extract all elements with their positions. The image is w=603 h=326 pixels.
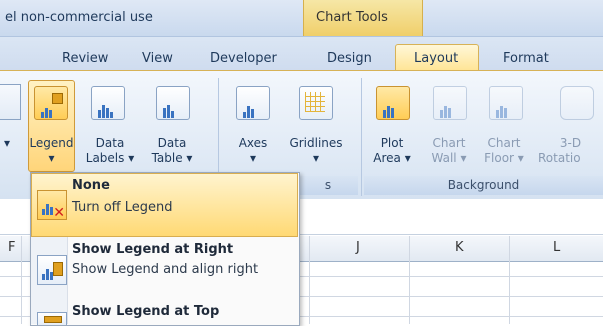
data-table-label-2[interactable]: Table ▾ bbox=[146, 151, 198, 166]
3d-rotation-label[interactable]: 3-D bbox=[538, 136, 603, 151]
menu-item-legend-top-title: Show Legend at Top bbox=[72, 304, 220, 319]
gridlines-label[interactable]: Gridlines bbox=[282, 136, 350, 151]
column-separator bbox=[309, 236, 310, 324]
column-separator bbox=[509, 236, 510, 324]
chart-floor-label[interactable]: Chart bbox=[479, 136, 529, 151]
tab-layout[interactable]: Layout bbox=[414, 51, 458, 66]
plot-area-icon bbox=[376, 86, 410, 120]
3d-rotation-label-2[interactable]: Rotatio bbox=[538, 151, 603, 166]
column-header-j[interactable]: J bbox=[356, 240, 360, 255]
chart-tools-context-header: Chart Tools bbox=[303, 0, 423, 36]
tab-view[interactable]: View bbox=[142, 51, 173, 66]
chart-tools-label: Chart Tools bbox=[316, 10, 388, 25]
data-table-icon bbox=[156, 86, 190, 120]
menu-item-none-title: None bbox=[72, 178, 110, 193]
data-table-label[interactable]: Data bbox=[146, 136, 198, 151]
menu-item-legend-right-desc: Show Legend and align right bbox=[72, 262, 259, 277]
column-separator bbox=[409, 236, 410, 324]
chart-floor-icon bbox=[489, 86, 523, 120]
chart-floor-label-2[interactable]: Floor ▾ bbox=[479, 151, 529, 166]
legend-none-icon: ✕ bbox=[37, 190, 67, 221]
window-title: el non-commercial use bbox=[5, 10, 153, 25]
chart-wall-icon bbox=[433, 86, 467, 120]
group-divider bbox=[361, 78, 362, 196]
3d-rotation-icon bbox=[560, 86, 594, 120]
data-labels-label-2[interactable]: Labels ▾ bbox=[84, 151, 136, 166]
legend-label: Legend bbox=[29, 136, 74, 150]
partial-button-arrow[interactable]: ▾ bbox=[2, 136, 12, 151]
tab-review[interactable]: Review bbox=[62, 51, 108, 66]
axes-dropdown-arrow[interactable]: ▾ bbox=[228, 151, 278, 166]
data-labels-icon bbox=[91, 86, 125, 120]
chart-wall-label-2[interactable]: Wall ▾ bbox=[424, 151, 474, 166]
partial-ribbon-button[interactable] bbox=[0, 84, 21, 120]
gridlines-icon bbox=[299, 86, 333, 120]
legend-top-icon bbox=[37, 312, 67, 325]
menu-item-none-desc: Turn off Legend bbox=[72, 200, 173, 215]
column-header-f[interactable]: F bbox=[8, 240, 15, 255]
plot-area-label[interactable]: Plot bbox=[367, 136, 417, 151]
column-header-k[interactable]: K bbox=[455, 240, 464, 255]
gridlines-dropdown-arrow[interactable]: ▾ bbox=[282, 151, 350, 166]
axes-group-label: s bbox=[298, 176, 358, 195]
column-header-l[interactable]: L bbox=[553, 240, 560, 255]
legend-right-icon bbox=[37, 255, 67, 285]
column-separator bbox=[21, 236, 22, 324]
chart-wall-label[interactable]: Chart bbox=[424, 136, 474, 151]
background-group-label: Background bbox=[364, 176, 603, 195]
legend-icon bbox=[34, 86, 68, 120]
axes-label[interactable]: Axes bbox=[228, 136, 278, 151]
axes-icon bbox=[236, 86, 270, 120]
menu-item-legend-right-title: Show Legend at Right bbox=[72, 242, 234, 257]
legend-dropdown-arrow: ▾ bbox=[48, 151, 55, 165]
plot-area-label-2[interactable]: Area ▾ bbox=[367, 151, 417, 166]
title-bar: el non-commercial use bbox=[0, 0, 603, 37]
data-labels-label[interactable]: Data bbox=[84, 136, 136, 151]
tab-format[interactable]: Format bbox=[503, 51, 549, 66]
tab-developer[interactable]: Developer bbox=[210, 51, 277, 66]
tab-design[interactable]: Design bbox=[327, 51, 372, 66]
